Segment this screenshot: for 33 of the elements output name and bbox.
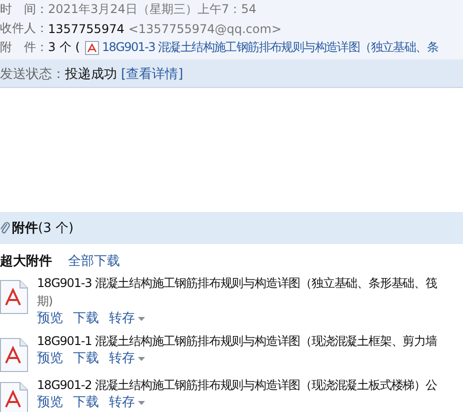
attachments-title: 附件 bbox=[12, 220, 38, 237]
action-link[interactable]: 预览 bbox=[37, 310, 63, 328]
status-text: 投递成功 bbox=[65, 66, 117, 82]
field-label: 收件人： bbox=[0, 20, 48, 37]
attachment-count: 3 个 ( bbox=[48, 39, 80, 56]
caret-icon bbox=[138, 401, 145, 405]
status-label: 发送状态： bbox=[0, 66, 65, 82]
download-all-link[interactable]: 全部下载 bbox=[68, 252, 120, 270]
file-name: 18G901-2 混凝土结构施工钢筋排布规则与构造详图（现浇混凝土板式楼梯）公 bbox=[37, 377, 437, 394]
attachments-count: (3 个) bbox=[38, 220, 74, 237]
caret-icon bbox=[138, 357, 145, 361]
file-name: 期) bbox=[37, 293, 54, 310]
action-link[interactable]: 下载 bbox=[73, 310, 99, 328]
field-label: 时 间： bbox=[0, 1, 48, 18]
action-link[interactable]: 预览 bbox=[37, 394, 63, 412]
file-name: 18G901-1 混凝土结构施工钢筋排布规则与构造详图（现浇混凝土框架、剪力墙 bbox=[37, 333, 437, 350]
action-link[interactable]: 下载 bbox=[73, 394, 99, 412]
recipient-name: 1357755974 bbox=[48, 22, 124, 36]
attachment-link[interactable]: 18G901-3 混凝土结构施工钢筋排布规则与构造详图（独立基础、条 bbox=[102, 39, 438, 56]
pdf-icon bbox=[84, 40, 99, 54]
group-label: 超大附件 bbox=[0, 253, 52, 270]
paperclip-icon bbox=[0, 221, 10, 235]
save-to-menu[interactable]: 转存 bbox=[109, 310, 145, 328]
field-label: 附 件： bbox=[0, 39, 48, 56]
save-to-menu[interactable]: 转存 bbox=[109, 394, 145, 412]
action-link[interactable]: 预览 bbox=[37, 350, 63, 368]
date-text: 2021年3月24日（星期三）上午7：54 bbox=[48, 1, 256, 18]
recipient-email: <1357755974@qq.com> bbox=[128, 22, 282, 36]
file-name: 18G901-3 混凝土结构施工钢筋排布规则与构造详图（独立基础、条形基础、筏 bbox=[37, 275, 437, 292]
action-link[interactable]: 下载 bbox=[73, 350, 99, 368]
save-to-menu[interactable]: 转存 bbox=[109, 350, 145, 368]
caret-icon bbox=[138, 317, 145, 321]
details-link[interactable]: [查看详情] bbox=[121, 64, 184, 82]
